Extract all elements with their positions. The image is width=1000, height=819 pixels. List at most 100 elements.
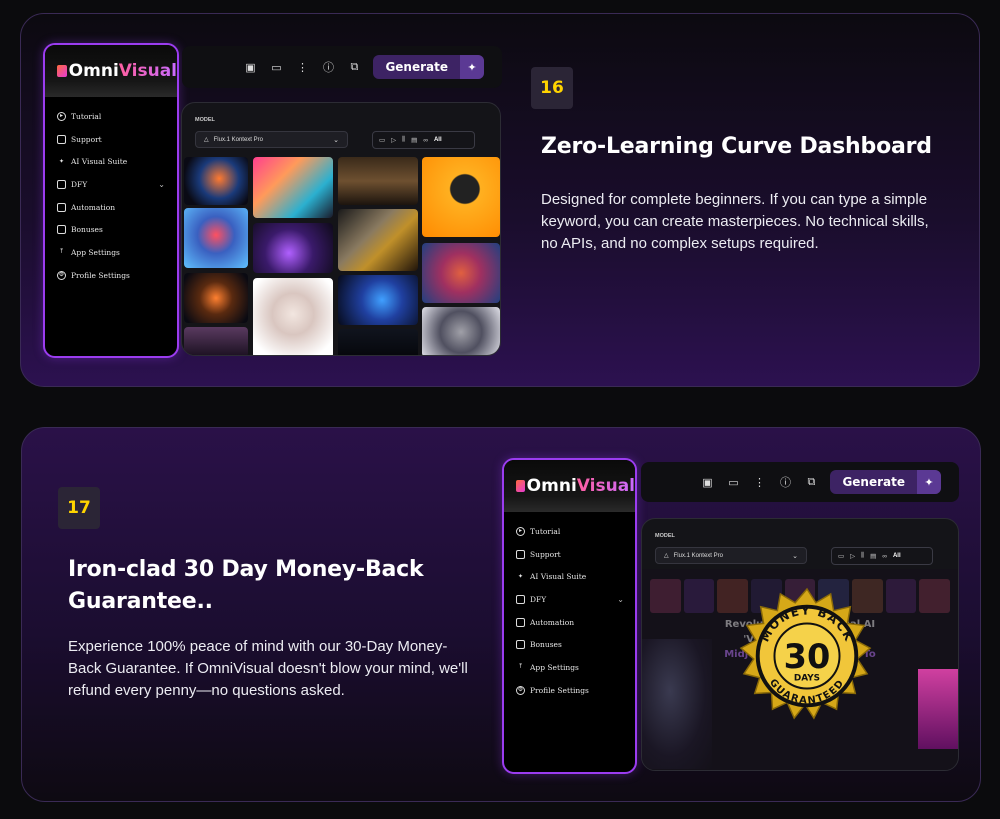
image-filter-icon[interactable]: ▭: [379, 136, 385, 144]
video-filter-icon[interactable]: ▷: [391, 136, 396, 144]
sidebar-item-profile-settings[interactable]: ⚙ Profile Settings: [57, 264, 165, 287]
video-filter-icon[interactable]: ▷: [850, 552, 855, 560]
logo-visual-text: Visual: [118, 61, 177, 81]
model-select[interactable]: △ Flux.1 Kontext Pro ⌄: [195, 131, 348, 148]
folder-icon: [57, 179, 66, 189]
folder-add-icon[interactable]: ▭: [720, 476, 746, 489]
sidebar-item-tutorial[interactable]: ▸ Tutorial: [516, 520, 624, 543]
gift-icon: [57, 225, 66, 235]
chat-bubble-icon: [516, 549, 525, 559]
generate-button[interactable]: Generate ✦: [830, 470, 941, 494]
media-filters[interactable]: ▭ ▷ ⫼ ▤ ∞ All: [372, 131, 475, 149]
app-logo: Omni Visual: [45, 45, 177, 97]
filter-all[interactable]: All: [434, 137, 442, 143]
sidebar-item-bonuses[interactable]: Bonuses: [516, 633, 624, 656]
gallery-thumb[interactable]: [338, 275, 418, 325]
gallery-thumb[interactable]: [422, 157, 500, 237]
logo-mark-icon: [57, 65, 67, 77]
model-label: MODEL: [195, 117, 215, 123]
gallery-thumb[interactable]: [422, 307, 500, 355]
sidebar-item-tutorial[interactable]: ▸ Tutorial: [57, 105, 165, 128]
gallery-thumb[interactable]: [253, 223, 333, 273]
info-icon[interactable]: ⓘ: [315, 59, 341, 75]
image-add-icon[interactable]: ▣: [694, 476, 720, 489]
sidebar-item-automation[interactable]: Automation: [57, 196, 165, 219]
upload-icon: ⤒: [517, 663, 524, 671]
sidebar-item-app-settings[interactable]: ⤒ App Settings: [57, 241, 165, 264]
link-filter-icon[interactable]: ∞: [423, 137, 428, 144]
logo-mark-icon: [516, 480, 525, 492]
app-sidebar: Omni Visual ▸ Tutorial Support ✦ AI Visual…: [43, 43, 179, 358]
gallery-thumb[interactable]: [184, 208, 248, 268]
chevron-down-icon: ⌄: [158, 179, 165, 189]
section-title: Iron-clad 30 Day Money-Back Guarantee..: [68, 557, 424, 614]
money-back-badge: MONEY BACK GUARANTEED 30 DAYS: [739, 587, 872, 720]
sidebar-item-support[interactable]: Support: [516, 543, 624, 566]
gallery-thumb[interactable]: [338, 209, 418, 271]
app-toolbar: ▣ ▭ ⋮ ⓘ ⧉ Generate ✦: [641, 462, 959, 502]
gallery-thumb[interactable]: [338, 157, 418, 205]
sparkle-icon: ✦: [460, 55, 484, 79]
section-description: Designed for complete beginners. If you …: [541, 191, 929, 252]
more-vertical-icon[interactable]: ⋮: [289, 61, 315, 74]
sidebar-item-app-settings[interactable]: ⤒ App Settings: [516, 656, 624, 679]
sidebar-item-ai-visual-suite[interactable]: ✦ AI Visual Suite: [57, 150, 165, 173]
media-filters[interactable]: ▭ ▷ ⫼ ▤ ∞ All: [831, 547, 933, 565]
image-add-icon[interactable]: ▣: [237, 61, 263, 74]
gallery-thumb[interactable]: [338, 329, 418, 355]
filter-all[interactable]: All: [893, 553, 901, 559]
sparkle-icon: ✦: [917, 470, 941, 494]
gallery-panel: MODEL △ Flux.1 Kontext Pro ⌄ ▭ ▷ ⫼ ▤ ∞ A…: [181, 102, 501, 356]
image-filter-icon[interactable]: ▭: [838, 552, 844, 560]
copy-icon[interactable]: ⧉: [798, 476, 824, 489]
model-label: MODEL: [655, 533, 675, 539]
sidebar-item-ai-visual-suite[interactable]: ✦ AI Visual Suite: [516, 565, 624, 588]
sidebar-item-automation[interactable]: Automation: [516, 611, 624, 634]
model-icon: △: [204, 137, 209, 143]
gallery-thumb[interactable]: [253, 278, 333, 355]
promo-figure: [642, 639, 712, 769]
app-logo: Omni Visual: [504, 460, 635, 512]
logo-omni-text: Omni: [526, 476, 577, 496]
logo-visual-text: Visual: [576, 476, 635, 496]
copy-icon[interactable]: ⧉: [341, 61, 367, 74]
upload-icon: ⤒: [58, 248, 65, 256]
gear-icon: ⚙: [57, 270, 66, 280]
app-sidebar: Omni Visual ▸ Tutorial Support ✦ AI Visual…: [502, 458, 637, 774]
gallery-thumb[interactable]: [422, 243, 500, 303]
promo-figure: [918, 669, 958, 749]
info-icon[interactable]: ⓘ: [772, 474, 798, 490]
link-filter-icon[interactable]: ∞: [882, 553, 887, 560]
chat-bubble-icon: [57, 134, 66, 144]
more-vertical-icon[interactable]: ⋮: [746, 476, 772, 489]
gallery-thumb[interactable]: [184, 327, 248, 355]
gallery-thumb[interactable]: [184, 273, 248, 323]
sidebar-item-profile-settings[interactable]: ⚙ Profile Settings: [516, 679, 624, 702]
gallery-thumb[interactable]: [184, 157, 248, 205]
sidebar-item-dfy[interactable]: DFY ⌄: [57, 173, 165, 196]
section-description: Experience 100% peace of mind with our 3…: [68, 638, 468, 699]
generate-button[interactable]: Generate ✦: [373, 55, 484, 79]
gift-icon: [516, 640, 525, 650]
automation-icon: [57, 202, 66, 212]
folder-add-icon[interactable]: ▭: [263, 61, 289, 74]
sparkles-icon: ✦: [517, 572, 524, 580]
chevron-down-icon: ⌄: [617, 594, 624, 604]
sparkles-icon: ✦: [58, 157, 65, 165]
chevron-down-icon: ⌄: [792, 552, 798, 560]
audio-filter-icon[interactable]: ⫼: [402, 136, 405, 144]
doc-filter-icon[interactable]: ▤: [411, 136, 417, 144]
model-select[interactable]: △ Flux.1 Kontext Pro ⌄: [655, 547, 807, 564]
sidebar-item-support[interactable]: Support: [57, 128, 165, 151]
logo-omni-text: Omni: [68, 61, 119, 81]
automation-icon: [516, 617, 525, 627]
sidebar-item-bonuses[interactable]: Bonuses: [57, 218, 165, 241]
doc-filter-icon[interactable]: ▤: [870, 552, 876, 560]
folder-icon: [516, 594, 525, 604]
chevron-down-icon: ⌄: [333, 136, 339, 144]
badge-days: DAYS: [794, 674, 820, 684]
audio-filter-icon[interactable]: ⫼: [861, 552, 864, 560]
gallery-thumb[interactable]: [253, 157, 333, 218]
play-circle-icon: ▸: [57, 111, 66, 121]
sidebar-item-dfy[interactable]: DFY ⌄: [516, 588, 624, 611]
